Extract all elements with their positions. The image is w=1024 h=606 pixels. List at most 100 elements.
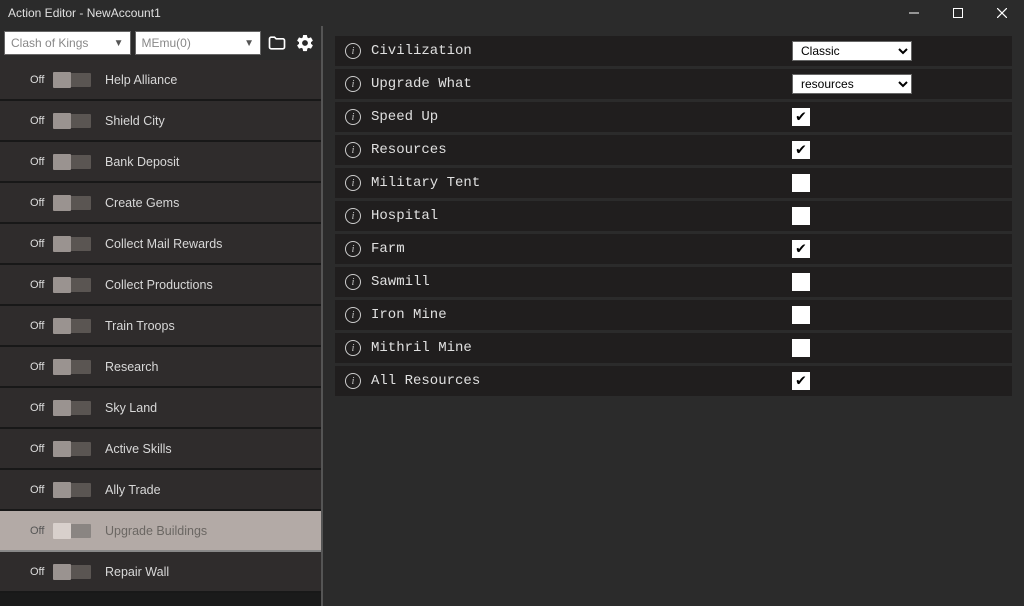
- option-checkbox[interactable]: [792, 174, 810, 192]
- settings-button[interactable]: [293, 31, 317, 55]
- chevron-down-icon: ▼: [114, 38, 124, 49]
- sidebar-item-label: Upgrade Buildings: [105, 524, 207, 538]
- info-icon[interactable]: i: [345, 109, 361, 125]
- option-checkbox[interactable]: [792, 339, 810, 357]
- sidebar-item-label: Sky Land: [105, 401, 157, 415]
- option-row: iIron Mine: [335, 300, 1012, 330]
- info-icon[interactable]: i: [345, 307, 361, 323]
- sidebar-item[interactable]: OffActive Skills: [0, 429, 321, 470]
- toggle-switch[interactable]: [53, 237, 91, 251]
- toggle-group: Off: [30, 278, 91, 292]
- option-control: Classic: [792, 41, 1012, 61]
- sidebar-item[interactable]: OffRepair Wall: [0, 552, 321, 593]
- toggle-off-label: Off: [30, 115, 50, 127]
- toggle-switch[interactable]: [53, 524, 91, 538]
- toggle-switch[interactable]: [53, 319, 91, 333]
- option-row: i Hospital: [335, 201, 1012, 231]
- toggle-group: Off: [30, 483, 91, 497]
- toggle-switch[interactable]: [53, 565, 91, 579]
- option-row: iAll Resources✔: [335, 366, 1012, 396]
- sidebar-item[interactable]: OffCollect Mail Rewards: [0, 224, 321, 265]
- sidebar-item[interactable]: Off Create Gems: [0, 183, 321, 224]
- info-icon[interactable]: i: [345, 76, 361, 92]
- option-label: Mithril Mine: [371, 340, 792, 356]
- option-checkbox[interactable]: ✔: [792, 240, 810, 258]
- option-control: resources: [792, 74, 1012, 94]
- info-icon[interactable]: i: [345, 142, 361, 158]
- info-icon[interactable]: i: [345, 208, 361, 224]
- toggle-off-label: Off: [30, 279, 50, 291]
- close-button[interactable]: [980, 0, 1024, 26]
- info-icon[interactable]: i: [345, 175, 361, 191]
- sidebar-item[interactable]: Off Help Alliance: [0, 60, 321, 101]
- toggle-switch[interactable]: [53, 196, 91, 210]
- sidebar-item-label: Collect Mail Rewards: [105, 237, 222, 251]
- option-row: i Mithril Mine: [335, 333, 1012, 363]
- sidebar-item[interactable]: OffResearch: [0, 347, 321, 388]
- toggle-off-label: Off: [30, 197, 50, 209]
- option-label: Hospital: [371, 208, 792, 224]
- toggle-off-label: Off: [30, 74, 50, 86]
- info-icon[interactable]: i: [345, 43, 361, 59]
- toggle-switch[interactable]: [53, 483, 91, 497]
- sidebar-item-label: Ally Trade: [105, 483, 161, 497]
- toggle-switch[interactable]: [53, 442, 91, 456]
- folder-button[interactable]: [265, 31, 289, 55]
- option-control: ✔: [792, 372, 1012, 390]
- option-row: i Military Tent: [335, 168, 1012, 198]
- info-icon[interactable]: i: [345, 274, 361, 290]
- sidebar-item[interactable]: OffSky Land: [0, 388, 321, 429]
- option-checkbox[interactable]: ✔: [792, 141, 810, 159]
- option-select[interactable]: resources: [792, 74, 912, 94]
- toggle-off-label: Off: [30, 566, 50, 578]
- option-label: Resources: [371, 142, 792, 158]
- sidebar-item[interactable]: OffTrain Troops: [0, 306, 321, 347]
- sidebar-item[interactable]: Off Collect Productions: [0, 265, 321, 306]
- option-row: i Upgrade Whatresources: [335, 69, 1012, 99]
- option-label: Civilization: [371, 43, 792, 59]
- game-dropdown[interactable]: Clash of Kings ▼: [4, 31, 131, 55]
- sidebar-item-label: Bank Deposit: [105, 155, 179, 169]
- info-icon[interactable]: i: [345, 340, 361, 356]
- option-checkbox[interactable]: [792, 306, 810, 324]
- option-control: [792, 174, 1012, 192]
- toggle-off-label: Off: [30, 320, 50, 332]
- info-icon[interactable]: i: [345, 373, 361, 389]
- sidebar-list[interactable]: OffHelp AllianceOffShield CityOffBank De…: [0, 60, 321, 606]
- option-label: Speed Up: [371, 109, 792, 125]
- toggle-switch[interactable]: [53, 155, 91, 169]
- option-control: ✔: [792, 240, 1012, 258]
- sidebar-item-label: Create Gems: [105, 196, 179, 210]
- toggle-switch[interactable]: [53, 114, 91, 128]
- toggle-off-label: Off: [30, 156, 50, 168]
- option-control: [792, 306, 1012, 324]
- option-control: [792, 273, 1012, 291]
- sidebar-item-label: Research: [105, 360, 159, 374]
- sidebar-item-label: Help Alliance: [105, 73, 177, 87]
- option-label: Military Tent: [371, 175, 792, 191]
- option-row: iFarm✔: [335, 234, 1012, 264]
- toggle-switch[interactable]: [53, 278, 91, 292]
- toggle-switch[interactable]: [53, 360, 91, 374]
- option-checkbox[interactable]: [792, 273, 810, 291]
- maximize-button[interactable]: [936, 0, 980, 26]
- toggle-switch[interactable]: [53, 73, 91, 87]
- option-label: Upgrade What: [371, 76, 792, 92]
- sidebar-item[interactable]: OffUpgrade Buildings: [0, 511, 321, 552]
- toggle-group: Off: [30, 114, 91, 128]
- sidebar-item[interactable]: Off Bank Deposit: [0, 142, 321, 183]
- toggle-switch[interactable]: [53, 401, 91, 415]
- minimize-button[interactable]: [892, 0, 936, 26]
- sidebar-item[interactable]: OffShield City: [0, 101, 321, 142]
- sidebar-item-label: Collect Productions: [105, 278, 213, 292]
- sidebar-item[interactable]: Off Ally Trade: [0, 470, 321, 511]
- option-checkbox[interactable]: ✔: [792, 372, 810, 390]
- option-select[interactable]: Classic: [792, 41, 912, 61]
- option-control: [792, 339, 1012, 357]
- info-icon[interactable]: i: [345, 241, 361, 257]
- option-checkbox[interactable]: ✔: [792, 108, 810, 126]
- option-checkbox[interactable]: [792, 207, 810, 225]
- left-toolbar: Clash of Kings ▼ MEmu(0) ▼: [0, 26, 321, 60]
- option-row: iSawmill: [335, 267, 1012, 297]
- emulator-dropdown[interactable]: MEmu(0) ▼: [135, 31, 262, 55]
